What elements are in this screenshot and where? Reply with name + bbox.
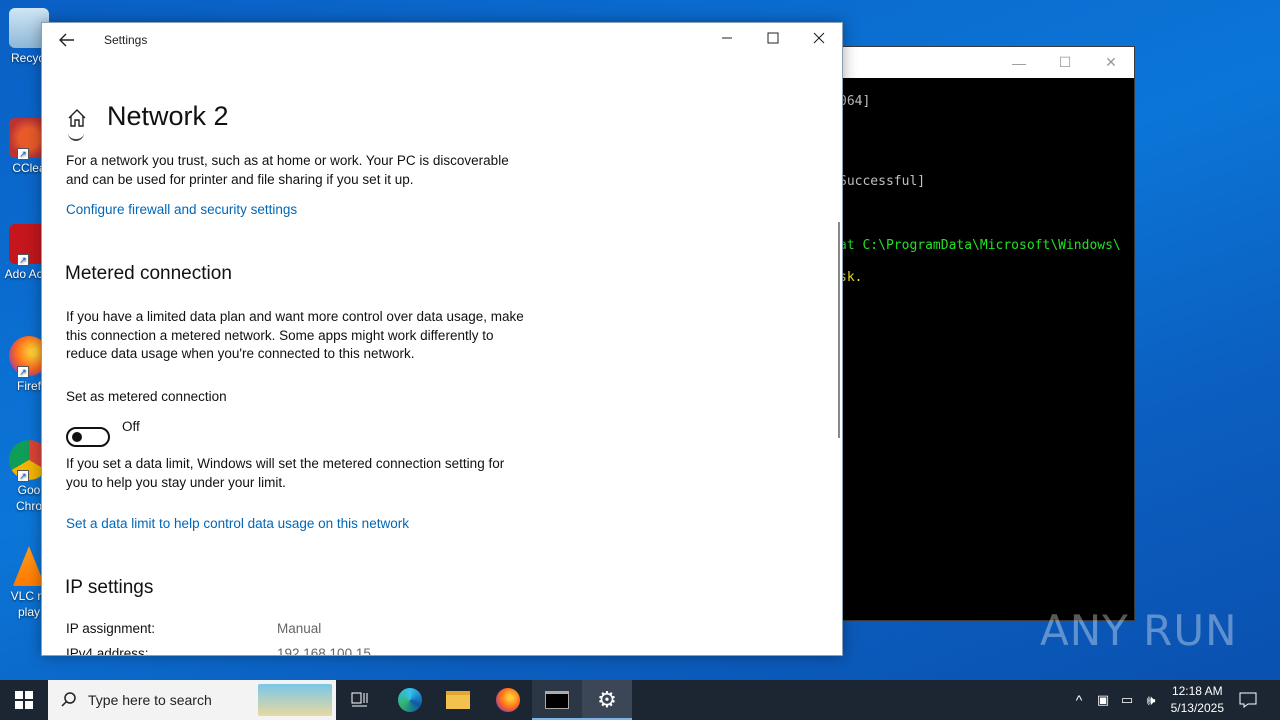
- settings-titlebar[interactable]: Settings: [42, 23, 842, 57]
- page-title: Network 2: [107, 101, 229, 131]
- ip-settings-heading: IP settings: [65, 577, 154, 598]
- network-icon[interactable]: ▭: [1116, 680, 1138, 720]
- console-line: at C:\ProgramData\Microsoft\Windows\: [839, 238, 1121, 253]
- network-profile-description: For a network you trust, such as at home…: [66, 153, 509, 187]
- console-titlebar[interactable]: — ☐ ✕: [801, 47, 1134, 78]
- start-button[interactable]: [0, 680, 48, 720]
- file-explorer-taskbar-button[interactable]: [434, 680, 482, 720]
- taskbar-search-box[interactable]: Type here to search: [48, 680, 336, 720]
- search-highlight-image-icon: [258, 684, 332, 716]
- clock-time: 12:18 AM: [1171, 684, 1223, 698]
- ip-assignment-label: IP assignment:: [66, 621, 156, 636]
- scrollbar-thumb[interactable]: [838, 222, 840, 438]
- back-arrow-icon[interactable]: [56, 29, 78, 51]
- settings-window[interactable]: Settings Network 2 For a network you tru…: [41, 22, 843, 656]
- window-title: Settings: [104, 33, 148, 47]
- settings-taskbar-button[interactable]: ⚙: [582, 680, 632, 720]
- task-view-button[interactable]: [336, 680, 384, 720]
- toggle-knob: [72, 432, 82, 442]
- console-window[interactable]: — ☐ ✕ 064] Successful] at C:\ProgramData…: [800, 46, 1135, 621]
- metered-toggle[interactable]: [66, 427, 110, 447]
- scrolled-radio-edge: [68, 133, 84, 141]
- firewall-settings-link[interactable]: Configure firewall and security settings: [66, 202, 297, 217]
- metered-connection-heading: Metered connection: [65, 263, 232, 284]
- firefox-icon: [496, 688, 520, 712]
- ipv4-address-label: IPv4 address:: [66, 646, 149, 656]
- data-limit-description: If you set a data limit, Windows will se…: [66, 456, 505, 490]
- ipv4-address-value: 192.168.100.15: [277, 646, 371, 656]
- maximize-button[interactable]: [750, 23, 796, 57]
- tray-clock[interactable]: 12:18 AM 5/13/2025: [1171, 683, 1224, 717]
- notification-icon: [1239, 692, 1257, 708]
- ip-assignment-value: Manual: [277, 621, 322, 636]
- metered-toggle-label: Set as metered connection: [66, 389, 227, 404]
- maximize-icon[interactable]: ☐: [1042, 54, 1088, 71]
- home-icon[interactable]: [66, 107, 88, 129]
- edge-taskbar-button[interactable]: [386, 680, 434, 720]
- volume-icon[interactable]: 🕪: [1140, 680, 1162, 720]
- taskbar: Type here to search ⚙ ^ ▣ ▭ 🕪 12:18 AM 5…: [0, 680, 1280, 720]
- windows-logo-icon: [15, 691, 33, 709]
- search-placeholder: Type here to search: [88, 692, 212, 708]
- tray-chevron-icon[interactable]: ^: [1068, 680, 1090, 720]
- search-icon: [61, 692, 76, 707]
- minimize-icon[interactable]: —: [996, 55, 1042, 71]
- gear-icon: ⚙: [597, 687, 617, 712]
- metered-description: If you have a limited data plan and want…: [66, 309, 524, 361]
- watermark-logo: ANY RUN: [1040, 606, 1238, 655]
- action-center-button[interactable]: [1232, 680, 1264, 720]
- task-view-icon: [351, 692, 368, 707]
- firefox-taskbar-button[interactable]: [484, 680, 532, 720]
- folder-icon: [446, 691, 470, 709]
- settings-content: Network 2 For a network you trust, such …: [42, 57, 842, 655]
- metered-toggle-state: Off: [122, 419, 140, 434]
- data-limit-link[interactable]: Set a data limit to help control data us…: [66, 516, 409, 531]
- edge-icon: [398, 688, 422, 712]
- console-taskbar-button[interactable]: [532, 680, 582, 720]
- console-line: 064]: [839, 94, 871, 109]
- console-icon: [545, 691, 569, 709]
- tray-device-icon[interactable]: ▣: [1092, 680, 1114, 720]
- minimize-button[interactable]: [704, 23, 750, 57]
- console-line: Successful]: [839, 174, 926, 189]
- close-button[interactable]: [796, 23, 842, 57]
- close-icon[interactable]: ✕: [1088, 54, 1134, 71]
- clock-date: 5/13/2025: [1170, 701, 1224, 715]
